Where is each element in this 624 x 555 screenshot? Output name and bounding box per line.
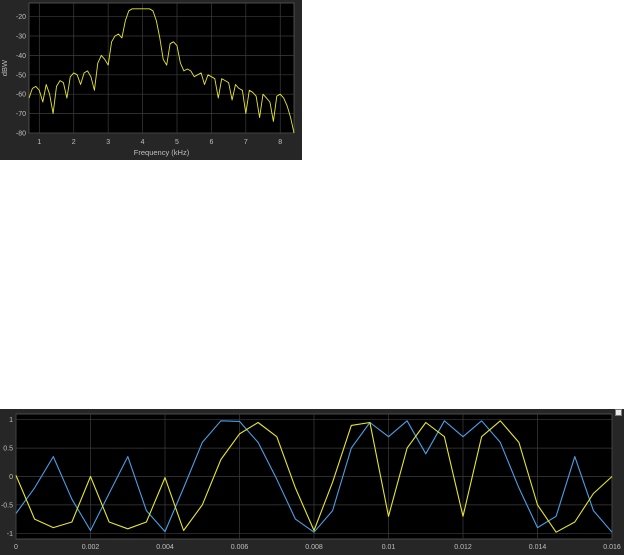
x-tick-label: 0.012 xyxy=(454,544,472,551)
y-tick-label: 0 xyxy=(9,474,13,481)
x-tick-label: 5 xyxy=(175,139,179,146)
spectrum-plot: 1 2 3 4 5 6 7 8 -20 -30 -40 -50 -60 -70 -80 Frequency (… xyxy=(0,2,295,157)
x-tick-label: 0.014 xyxy=(529,544,547,551)
spectrum-analyzer-display: 1 2 3 4 5 6 7 8 -20 -30 -40 -50 -60 -70 -80 Frequency (… xyxy=(0,0,302,160)
x-tick-label: 0.016 xyxy=(603,544,621,551)
x-tick-label: 3 xyxy=(106,139,110,146)
x-tick-label: 2 xyxy=(72,139,76,146)
x-tick-label: 7 xyxy=(244,139,248,146)
x-tick-label: 0.002 xyxy=(82,544,100,551)
x-tick-label: 1 xyxy=(37,139,41,146)
y-tick-label: -0.5 xyxy=(1,502,13,509)
y-tick-label: -80 xyxy=(16,131,26,138)
time-scope-display: 0 0.002 0.004 0.006 0.008 0.01 0.012 0.014 0.016… xyxy=(0,409,624,555)
x-tick-label: 0.004 xyxy=(156,544,174,551)
y-tick-label: -20 xyxy=(16,14,26,21)
time-scope-plot: 0 0.002 0.004 0.006 0.008 0.01 0.012 0.014 0.016… xyxy=(1,413,621,551)
y-axis-label: dBW xyxy=(0,59,9,76)
x-axis-label: Frequency (kHz) xyxy=(134,148,190,157)
x-tick-label: 0.008 xyxy=(305,544,323,551)
y-tick-label: -60 xyxy=(16,92,26,99)
y-tick-label: 0.5 xyxy=(3,446,13,453)
x-tick-label: 0.006 xyxy=(231,544,249,551)
x-tick-label: 6 xyxy=(209,139,213,146)
x-tick-label: 0 xyxy=(14,544,18,551)
x-tick-label: 4 xyxy=(141,139,145,146)
x-tick-label: 8 xyxy=(278,139,282,146)
x-tick-label: 0.01 xyxy=(382,544,396,551)
y-tick-label: -70 xyxy=(16,111,26,118)
y-tick-label: -30 xyxy=(16,33,26,40)
y-tick-label: -1 xyxy=(7,531,13,538)
undock-button[interactable] xyxy=(615,409,622,416)
y-tick-label: -50 xyxy=(16,72,26,79)
y-tick-label: -40 xyxy=(16,53,26,60)
y-tick-label: 1 xyxy=(9,417,13,424)
